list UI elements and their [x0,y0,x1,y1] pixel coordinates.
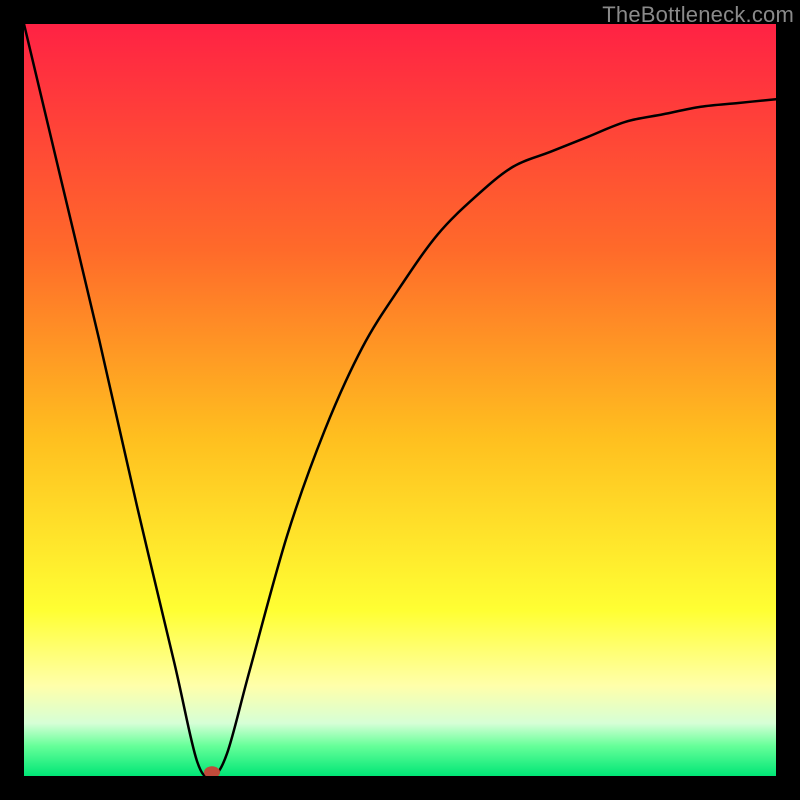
watermark-text: TheBottleneck.com [602,2,794,28]
chart-svg [24,24,776,776]
chart-frame [24,24,776,776]
gradient-background [24,24,776,776]
